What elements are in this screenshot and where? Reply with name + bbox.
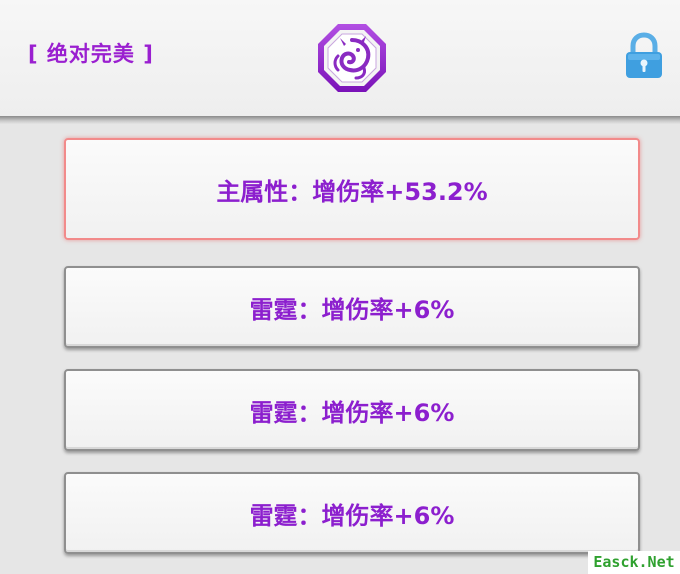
header-divider	[0, 116, 680, 124]
lock-icon[interactable]	[623, 32, 665, 80]
secondary-attribute-card[interactable]: 雷霆：增伤率+6%	[64, 369, 640, 451]
site-watermark: Easck.Net	[588, 551, 680, 574]
primary-attribute-card[interactable]: 主属性：增伤率+53.2%	[64, 138, 640, 240]
secondary-attribute-text: 雷霆：增伤率+6%	[249, 501, 455, 530]
primary-attribute-text: 主属性：增伤率+53.2%	[216, 177, 488, 206]
secondary-attribute-card[interactable]: 雷霆：增伤率+6%	[64, 266, 640, 348]
secondary-attribute-card[interactable]: 雷霆：增伤率+6%	[64, 472, 640, 554]
quality-label: [ 绝对完美 ]	[28, 42, 154, 66]
dragon-emblem-icon	[318, 24, 386, 92]
item-header: [ 绝对完美 ]	[0, 0, 680, 118]
secondary-attribute-text: 雷霆：增伤率+6%	[249, 398, 455, 427]
secondary-attribute-text: 雷霆：增伤率+6%	[249, 295, 455, 324]
